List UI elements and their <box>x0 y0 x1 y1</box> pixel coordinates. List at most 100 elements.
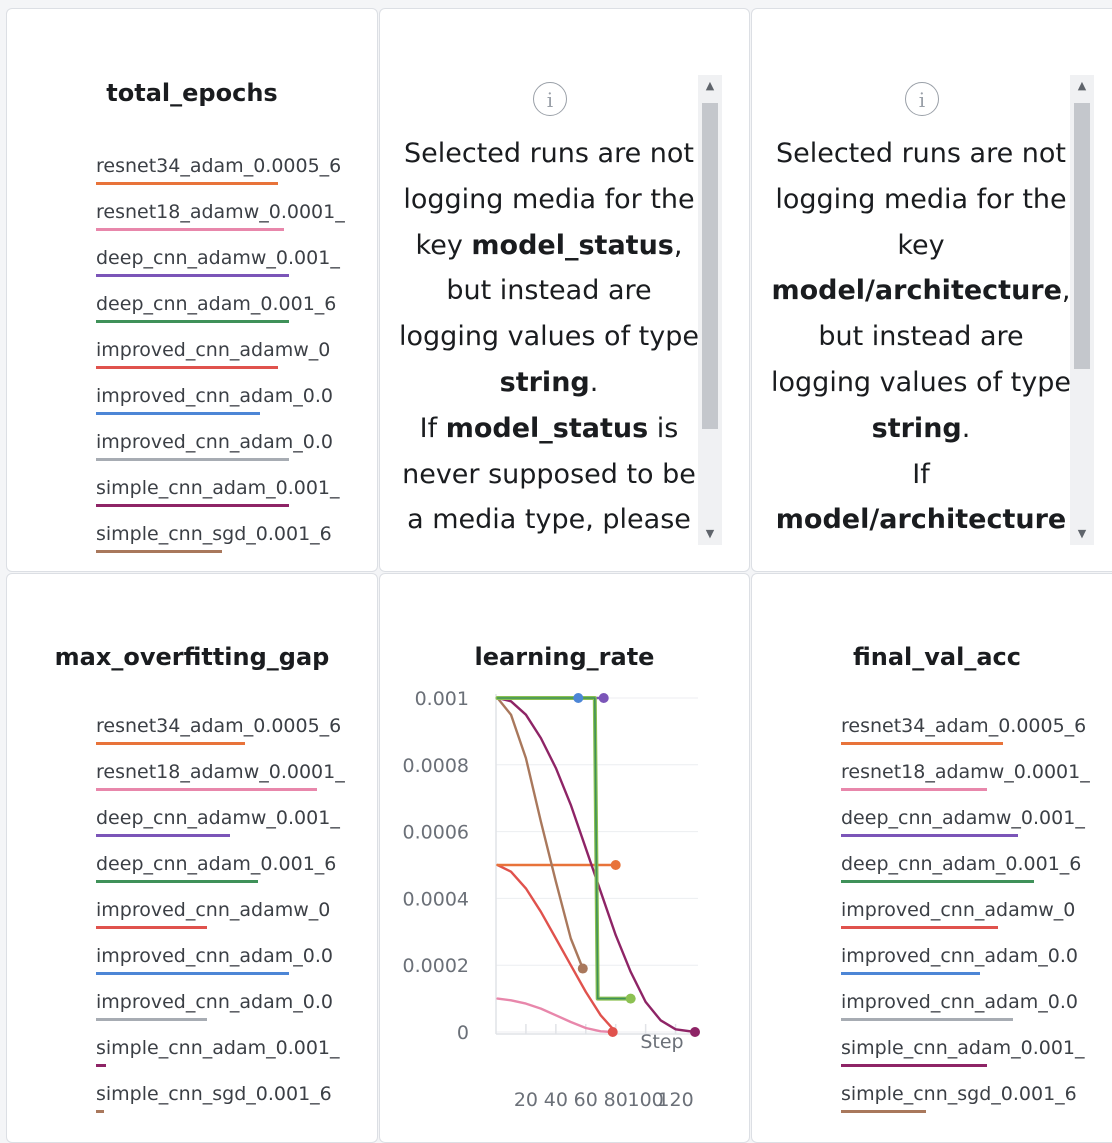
info-icon: i <box>905 82 939 116</box>
legend-item[interactable]: resnet18_adamw_0.0001_ <box>96 753 353 799</box>
run-name-link[interactable]: improved_cnn_adamw_0 <box>96 891 353 923</box>
vertical-scrollbar[interactable]: ▲ ▼ <box>1070 75 1094 545</box>
info-icon: i <box>533 82 567 116</box>
run-legend: resnet34_adam_0.0005_6 resnet18_adamw_0.0… <box>96 147 353 561</box>
run-name-link[interactable]: simple_cnn_sgd_0.001_6 <box>96 1075 353 1107</box>
scroll-up-arrow-icon[interactable]: ▲ <box>1070 75 1094 97</box>
legend-item[interactable]: deep_cnn_adam_0.001_6 <box>96 845 353 891</box>
legend-item[interactable]: deep_cnn_adamw_0.001_ <box>96 799 353 845</box>
run-value-bar <box>96 1018 207 1021</box>
run-name-link[interactable]: resnet34_adam_0.0005_6 <box>96 147 353 179</box>
learning-rate-chart[interactable]: 00.00020.00040.00060.00080.00120 40 60 80 10… <box>380 574 750 1134</box>
run-name-link[interactable]: simple_cnn_sgd_0.001_6 <box>841 1075 1098 1107</box>
legend-item[interactable]: simple_cnn_adam_0.001_ <box>96 1029 353 1075</box>
legend-item[interactable]: improved_cnn_adam_0.0 <box>96 983 353 1029</box>
legend-item[interactable]: improved_cnn_adam_0.0 <box>841 937 1098 983</box>
legend-item[interactable]: improved_cnn_adamw_0 <box>96 331 353 377</box>
run-value-bar <box>96 228 284 231</box>
run-value-bar <box>96 926 207 929</box>
legend-item[interactable]: simple_cnn_sgd_0.001_6 <box>96 515 353 561</box>
legend-item[interactable]: simple_cnn_sgd_0.001_6 <box>96 1075 353 1121</box>
scroll-down-arrow-icon[interactable]: ▼ <box>1070 523 1094 545</box>
vertical-scrollbar[interactable]: ▲ ▼ <box>698 75 722 545</box>
run-name-link[interactable]: improved_cnn_adam_0.0 <box>96 983 353 1015</box>
series-end-marker <box>610 860 621 870</box>
run-name-link[interactable]: deep_cnn_adam_0.001_6 <box>841 845 1098 877</box>
y-tick-label: 0.001 <box>415 688 469 710</box>
x-tick-label: 80 <box>604 1089 628 1111</box>
legend-item[interactable]: simple_cnn_sgd_0.001_6 <box>841 1075 1098 1121</box>
legend-item[interactable]: deep_cnn_adam_0.001_6 <box>841 845 1098 891</box>
scroll-thumb[interactable] <box>1074 103 1090 369</box>
run-name-link[interactable]: improved_cnn_adam_0.0 <box>841 937 1098 969</box>
legend-item[interactable]: improved_cnn_adam_0.0 <box>96 937 353 983</box>
scroll-thumb[interactable] <box>702 103 718 429</box>
run-value-bar <box>96 550 222 553</box>
run-name-link[interactable]: simple_cnn_adam_0.001_ <box>96 469 353 501</box>
legend-item[interactable]: improved_cnn_adamw_0 <box>96 891 353 937</box>
run-name-link[interactable]: deep_cnn_adamw_0.001_ <box>96 239 353 271</box>
run-value-bar <box>96 1064 106 1067</box>
legend-item[interactable]: deep_cnn_adamw_0.001_ <box>841 799 1098 845</box>
run-name-link[interactable]: resnet34_adam_0.0005_6 <box>96 707 353 739</box>
legend-item[interactable]: resnet34_adam_0.0005_6 <box>841 707 1098 753</box>
run-name-link[interactable]: resnet18_adamw_0.0001_ <box>96 193 353 225</box>
x-tick-label: 40 <box>544 1089 568 1111</box>
scroll-up-arrow-icon[interactable]: ▲ <box>698 75 722 97</box>
run-name-link[interactable]: improved_cnn_adam_0.0 <box>841 983 1098 1015</box>
legend-item[interactable]: improved_cnn_adam_0.0 <box>841 983 1098 1029</box>
run-value-bar <box>96 320 289 323</box>
run-value-bar <box>96 458 289 461</box>
series-end-marker <box>577 963 588 974</box>
run-name-link[interactable]: improved_cnn_adamw_0 <box>96 331 353 363</box>
series-end-marker <box>607 1027 618 1037</box>
run-value-bar <box>96 274 289 277</box>
run-name-link[interactable]: resnet34_adam_0.0005_6 <box>841 707 1098 739</box>
run-name-link[interactable]: simple_cnn_adam_0.001_ <box>96 1029 353 1061</box>
legend-item[interactable]: deep_cnn_adamw_0.001_ <box>96 239 353 285</box>
legend-item[interactable]: improved_cnn_adam_0.0 <box>96 377 353 423</box>
x-axis-label: Step <box>640 1031 683 1053</box>
run-name-link[interactable]: deep_cnn_adamw_0.001_ <box>96 799 353 831</box>
legend-item[interactable]: simple_cnn_adam_0.001_ <box>96 469 353 515</box>
series-end-marker <box>598 693 609 703</box>
panel-learning-rate: learning_rate 0 0.0002 0.0004 0.0006 0.0008 0… <box>379 573 750 1143</box>
y-tick-label: 0 <box>457 1022 469 1044</box>
run-name-link[interactable]: resnet18_adamw_0.0001_ <box>96 753 353 785</box>
run-value-bar <box>96 972 289 975</box>
panel-model-architecture: i Selected runs are not logging media fo… <box>751 8 1112 572</box>
legend-item[interactable]: resnet34_adam_0.0005_6 <box>96 147 353 193</box>
y-tick-label: 0.0006 <box>403 822 469 844</box>
legend-item[interactable]: deep_cnn_adam_0.001_6 <box>96 285 353 331</box>
run-value-bar <box>841 1018 1013 1021</box>
x-tick-label: 60 <box>574 1089 598 1111</box>
run-name-link[interactable]: improved_cnn_adam_0.0 <box>96 377 353 409</box>
run-name-link[interactable]: deep_cnn_adamw_0.001_ <box>841 799 1098 831</box>
legend-item[interactable]: improved_cnn_adam_0.0 <box>96 423 353 469</box>
run-name-link[interactable]: deep_cnn_adam_0.001_6 <box>96 845 353 877</box>
panel-title: max_overfitting_gap <box>54 643 330 671</box>
run-name-link[interactable]: improved_cnn_adamw_0 <box>841 891 1098 923</box>
run-name-link[interactable]: simple_cnn_adam_0.001_ <box>841 1029 1098 1061</box>
legend-item[interactable]: resnet34_adam_0.0005_6 <box>96 707 353 753</box>
scroll-down-arrow-icon[interactable]: ▼ <box>698 523 722 545</box>
run-value-bar <box>96 1110 104 1113</box>
run-name-link[interactable]: resnet18_adamw_0.0001_ <box>841 753 1098 785</box>
run-value-bar <box>841 742 1003 745</box>
legend-item[interactable]: simple_cnn_adam_0.001_ <box>841 1029 1098 1075</box>
run-name-link[interactable]: improved_cnn_adam_0.0 <box>96 937 353 969</box>
series-end-marker <box>625 993 636 1004</box>
run-legend: resnet34_adam_0.0005_6 resnet18_adamw_0.0… <box>96 707 353 1121</box>
legend-item[interactable]: resnet18_adamw_0.0001_ <box>841 753 1098 799</box>
panel-max-overfitting-gap: max_overfitting_gap resnet34_adam_0.0005… <box>6 573 378 1143</box>
run-value-bar <box>96 412 260 415</box>
legend-item[interactable]: resnet18_adamw_0.0001_ <box>96 193 353 239</box>
run-name-link[interactable]: improved_cnn_adam_0.0 <box>96 423 353 455</box>
run-value-bar <box>841 880 1034 883</box>
run-name-link[interactable]: simple_cnn_sgd_0.001_6 <box>96 515 353 547</box>
legend-item[interactable]: improved_cnn_adamw_0 <box>841 891 1098 937</box>
run-legend: resnet34_adam_0.0005_6 resnet18_adamw_0.0… <box>841 707 1098 1121</box>
series-end-marker <box>690 1027 701 1037</box>
panel-final-val-acc: final_val_acc resnet34_adam_0.0005_6 resn… <box>751 573 1112 1143</box>
run-name-link[interactable]: deep_cnn_adam_0.001_6 <box>96 285 353 317</box>
